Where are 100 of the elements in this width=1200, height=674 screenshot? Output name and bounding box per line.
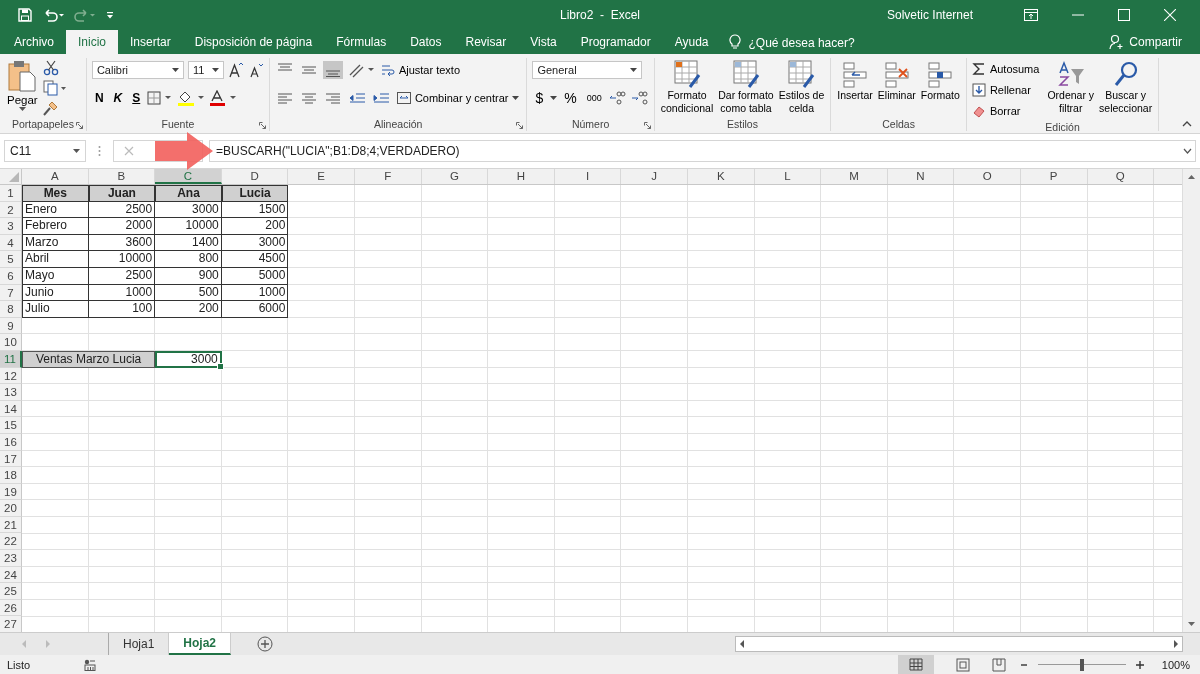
underline-button[interactable]: S — [129, 91, 144, 105]
editing-large-button[interactable]: Buscar y seleccionar — [1098, 59, 1154, 120]
row-header[interactable]: 8 — [0, 301, 22, 318]
ribbon-tab[interactable]: Datos — [398, 30, 454, 54]
increase-decimal-icon[interactable] — [608, 90, 627, 106]
editing-button[interactable]: Autosuma — [971, 59, 1040, 78]
column-header[interactable]: C — [155, 169, 222, 184]
column-header[interactable]: G — [421, 169, 489, 184]
row-header[interactable]: 27 — [0, 616, 22, 632]
format-painter-icon[interactable] — [42, 100, 59, 116]
style-button[interactable]: Estilos de celda — [777, 59, 826, 116]
name-box[interactable]: C11 — [4, 140, 86, 162]
column-header[interactable]: L — [754, 169, 822, 184]
column-header[interactable]: K — [687, 169, 755, 184]
row-header[interactable]: 5 — [0, 251, 22, 268]
normal-view-icon[interactable] — [897, 655, 934, 674]
row-header[interactable]: 15 — [0, 417, 22, 434]
expand-icon[interactable] — [1183, 148, 1192, 154]
row-header[interactable]: 22 — [0, 533, 22, 551]
merge-center-button[interactable]: Combinar y centrar — [394, 91, 522, 105]
column-header[interactable]: N — [887, 169, 955, 184]
ribbon-tab[interactable]: Revisar — [453, 30, 519, 54]
ribbon-tab[interactable]: Inicio — [66, 30, 119, 54]
column-header[interactable]: D — [221, 169, 289, 184]
cells-button[interactable]: Eliminar — [876, 59, 917, 116]
font-name-field[interactable]: Calibri — [91, 61, 184, 79]
align-bottom-icon[interactable] — [322, 61, 343, 79]
row-header[interactable]: 3 — [0, 218, 22, 235]
collapse-ribbon-icon[interactable] — [1182, 121, 1192, 127]
row-header[interactable]: 18 — [0, 467, 22, 484]
dialog-launcher-icon[interactable] — [643, 122, 651, 129]
macro-recorder-icon[interactable] — [84, 658, 97, 671]
decrease-decimal-icon[interactable] — [630, 90, 649, 106]
font-size-field[interactable]: 11 — [187, 61, 224, 79]
style-button[interactable]: Formato condicional — [659, 59, 715, 116]
customize-icon[interactable] — [106, 10, 114, 20]
zoom-level[interactable]: 100% — [1161, 658, 1190, 671]
ribbon-tab[interactable]: Programador — [568, 30, 663, 54]
maximize-icon[interactable] — [1118, 9, 1130, 21]
column-header[interactable]: P — [1020, 169, 1088, 184]
tell-me-field[interactable]: ¿Qué desea hacer? — [748, 32, 855, 54]
row-header[interactable]: 10 — [0, 334, 22, 351]
column-header[interactable]: F — [354, 169, 422, 184]
ribbon-tab[interactable]: Vista — [518, 30, 569, 54]
page-break-icon[interactable] — [991, 657, 1006, 672]
add-sheet-icon[interactable] — [257, 636, 274, 652]
close-icon[interactable] — [1164, 9, 1176, 21]
thousands-button[interactable]: 000 — [583, 93, 605, 103]
sheet-tab[interactable]: Hoja2 — [169, 633, 232, 655]
zoom-in-icon[interactable] — [1135, 660, 1144, 669]
column-header[interactable]: I — [554, 169, 622, 184]
share-button[interactable]: Compartir — [1103, 30, 1188, 54]
zoom-slider-thumb[interactable] — [1079, 658, 1084, 671]
dialog-launcher-icon[interactable] — [516, 122, 524, 129]
dialog-launcher-icon[interactable] — [75, 122, 83, 129]
cut-icon[interactable] — [42, 60, 59, 76]
column-header[interactable]: O — [954, 169, 1021, 184]
page-layout-icon[interactable] — [955, 657, 970, 672]
column-header[interactable]: J — [621, 169, 688, 184]
currency-button[interactable]: $ — [532, 90, 547, 106]
ribbon-display-icon[interactable] — [1024, 9, 1038, 21]
ribbon-tab[interactable]: Fórmulas — [324, 30, 399, 54]
number-format-field[interactable]: General — [532, 61, 643, 79]
editing-large-button[interactable]: Ordenar y filtrar — [1046, 59, 1096, 120]
ribbon-tab[interactable]: Ayuda — [662, 30, 721, 54]
dialog-launcher-icon[interactable] — [258, 122, 266, 129]
style-button[interactable]: Dar formato como tabla — [717, 59, 775, 116]
row-header[interactable]: 20 — [0, 500, 22, 517]
ribbon-tab[interactable]: Insertar — [118, 30, 183, 54]
column-header[interactable]: M — [821, 169, 888, 184]
lightbulb-icon[interactable] — [728, 34, 741, 50]
row-header[interactable]: 1 — [0, 185, 22, 202]
editing-button[interactable]: Rellenar — [971, 80, 1040, 99]
horizontal-scrollbar[interactable] — [735, 636, 1183, 652]
formula-field[interactable]: =BUSCARH("LUCIA";B1:D8;4;VERDADERO) — [209, 140, 1196, 162]
borders-icon[interactable] — [147, 91, 174, 105]
percent-button[interactable]: % — [561, 90, 580, 106]
ribbon-tab[interactable]: Disposición de página — [182, 30, 325, 54]
cells-button[interactable]: Formato — [919, 59, 961, 116]
row-header[interactable]: 25 — [0, 583, 22, 600]
wrap-text-button[interactable]: Ajustar texto — [378, 63, 463, 77]
grow-font-icon[interactable] — [227, 62, 244, 78]
undo-icon[interactable] — [42, 8, 64, 22]
paste-button[interactable]: Pegar — [5, 59, 40, 116]
copy-icon[interactable] — [42, 80, 67, 96]
column-header[interactable]: H — [488, 169, 555, 184]
column-header[interactable]: E — [288, 169, 355, 184]
save-icon[interactable] — [18, 8, 32, 22]
italic-button[interactable]: K — [110, 91, 126, 105]
editing-button[interactable]: Borrar — [971, 101, 1040, 120]
row-header[interactable]: 23 — [0, 550, 22, 567]
caret-icon[interactable] — [550, 96, 558, 100]
ribbon-tab[interactable]: Archivo — [2, 30, 66, 54]
column-header[interactable]: Q — [1087, 169, 1155, 184]
bold-button[interactable]: N — [91, 91, 107, 105]
column-header[interactable]: A — [22, 169, 89, 184]
row-header[interactable]: 13 — [0, 384, 22, 401]
fill-color-icon[interactable] — [177, 90, 206, 106]
shrink-font-icon[interactable] — [247, 62, 264, 78]
cells-button[interactable]: Insertar — [836, 59, 874, 116]
